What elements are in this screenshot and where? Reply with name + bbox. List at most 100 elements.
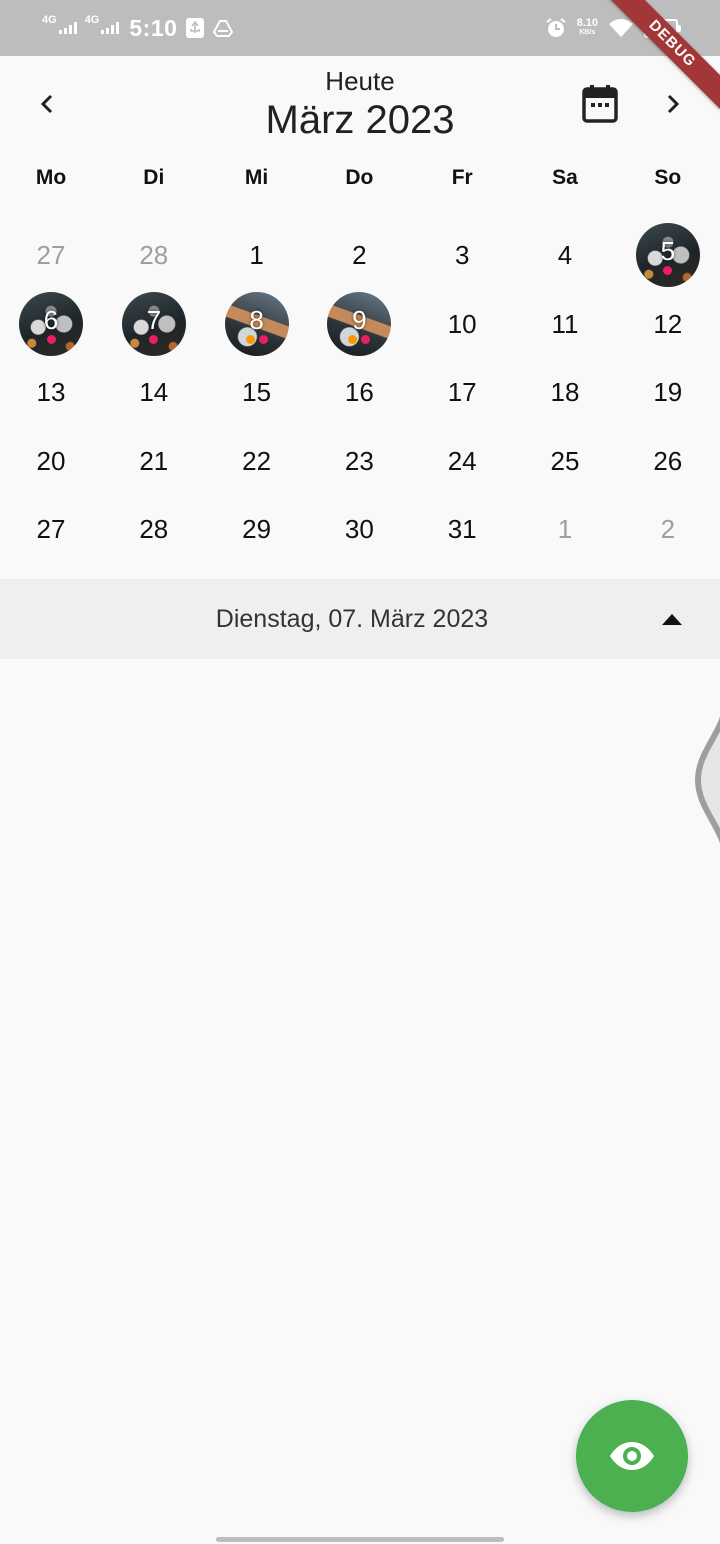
day-number: 31 [447,514,477,544]
eye-icon [610,1442,654,1470]
day-number: 28 [139,240,169,270]
wifi-icon [609,19,633,37]
calendar-day[interactable]: 18 [532,359,598,425]
weekday-label: Mi [244,166,269,189]
event-dots [121,334,187,344]
event-dot [149,334,159,344]
view-fab-button[interactable] [576,1400,688,1512]
calendar-day[interactable]: 27 [18,496,84,562]
calendar-day[interactable]: 4 [532,222,598,288]
navigation-handle[interactable] [216,1537,504,1542]
usb-icon [186,18,205,38]
network-type-2: 4G [84,14,100,26]
weekday-label: So [654,166,682,189]
day-number: 5 [660,236,676,266]
day-number: 8 [249,304,264,335]
day-number: 25 [550,445,580,476]
calendar-day[interactable]: 9 [326,291,392,357]
day-number: 11 [551,308,579,339]
drive-icon [213,20,234,37]
status-time: 5:10 [129,14,178,41]
day-number: 4 [557,240,573,270]
calendar-day[interactable]: 11 [532,291,598,357]
calendar-day[interactable]: 13 [18,359,84,425]
calendar-picker-button[interactable] [576,80,624,128]
calendar-day[interactable]: 14 [121,359,187,425]
calendar-day[interactable]: 3 [429,222,495,288]
day-number: 15 [242,377,272,407]
event-dots [635,266,701,275]
event-dots [326,334,392,344]
edge-swipe-handle[interactable] [688,700,720,860]
calendar-day[interactable]: 1 [224,222,290,288]
alarm-icon [545,18,566,37]
day-number: 29 [242,514,272,544]
next-month-button[interactable] [648,80,696,128]
calendar-day[interactable]: 24 [429,428,495,494]
weekday-label: Mo [35,166,67,189]
day-number: 2 [352,240,367,270]
day-number: 17 [447,377,477,407]
day-number: 13 [36,377,66,407]
day-number: 18 [550,377,580,407]
calendar-day[interactable]: 12 [635,291,701,357]
calendar-day[interactable]: 21 [121,428,187,494]
day-number: 2 [660,514,676,544]
calendar-day[interactable]: 27 [18,222,84,288]
collapse-calendar-button[interactable] [648,595,696,643]
day-number: 10 [447,308,477,339]
chevron-right-icon [667,94,680,114]
day-number: 3 [454,240,470,270]
event-dot [348,334,358,344]
calendar-day[interactable]: 16 [326,359,392,425]
calendar-day[interactable]: 17 [429,359,495,425]
event-dots [18,334,84,344]
signal-bars-icon [101,22,120,34]
event-dot [258,334,268,344]
day-number: 9 [352,304,367,335]
calendar-day[interactable]: 23 [326,428,392,494]
day-number: 14 [139,377,169,407]
calendar-day[interactable]: 30 [326,496,392,562]
event-dot [46,334,56,344]
calendar-day[interactable]: 15 [224,359,290,425]
day-number: 7 [146,304,162,335]
selected-date-bar[interactable]: Dienstag, 07. März 2023 [0,579,720,659]
calendar-day[interactable]: 2 [635,496,701,562]
signal-bars-icon [58,22,77,34]
calendar-day[interactable]: 8 [224,291,290,357]
day-number: 28 [139,514,169,544]
calendar-day[interactable]: 1 [532,496,598,562]
weekday-label: Do [345,166,374,189]
signal-2: 4G [85,14,120,34]
calendar-day[interactable]: 10 [429,291,495,357]
calendar-day[interactable]: 25 [532,428,598,494]
calendar-day[interactable]: 20 [18,428,84,494]
day-number: 6 [43,304,59,335]
day-number: 1 [557,514,573,544]
calendar-day[interactable]: 28 [121,222,187,288]
weekday-label: Fr [451,166,473,189]
calendar-icon [582,85,618,123]
calendar-day[interactable]: 31 [429,496,495,562]
calendar-day[interactable]: 26 [635,428,701,494]
day-number: 12 [653,308,683,339]
day-number: 20 [36,445,66,476]
event-dots [224,334,290,344]
calendar-day[interactable]: 28 [121,496,187,562]
calendar-day[interactable]: 19 [635,359,701,425]
day-number: 1 [249,240,264,270]
weekday-header-row: Mo Di Mi Do Fr Sa So [0,166,720,206]
event-dot [361,334,371,344]
calendar-day[interactable]: 2 [326,222,392,288]
speed-unit: KB/s [579,29,596,36]
day-number: 16 [344,377,374,407]
day-number: 22 [242,445,272,476]
calendar-day[interactable]: 22 [224,428,290,494]
network-type-1: 4G [42,14,57,26]
day-number: 23 [344,445,374,476]
calendar-day[interactable]: 29 [224,496,290,562]
calendar-day[interactable]: 6 [18,291,84,357]
calendar-day[interactable]: 5 [635,222,701,288]
calendar-day[interactable]: 7 [121,291,187,357]
